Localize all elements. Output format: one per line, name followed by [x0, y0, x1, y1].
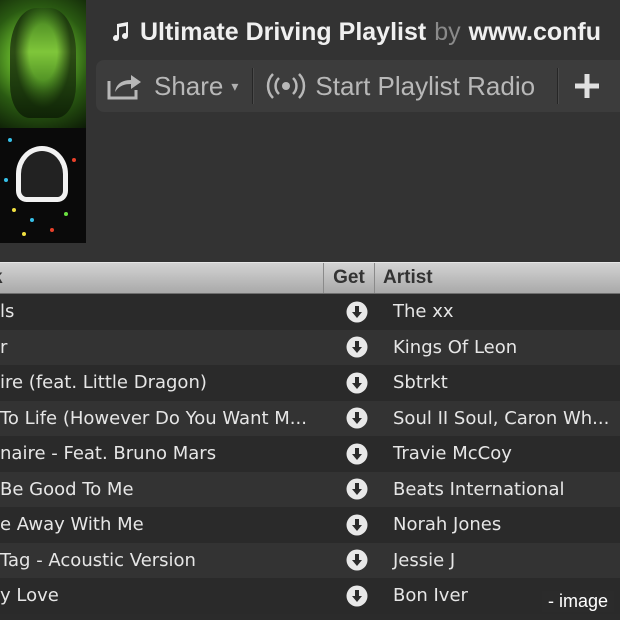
get-cell	[331, 371, 383, 395]
radio-label: Start Playlist Radio	[315, 70, 536, 101]
share-label: Share	[154, 70, 224, 101]
track-name-cell: ire (feat. Little Dragon)	[0, 372, 207, 394]
start-playlist-radio-button[interactable]: Start Playlist Radio	[253, 60, 557, 112]
add-button[interactable]	[558, 60, 602, 112]
share-button[interactable]: Share ▾	[96, 60, 252, 112]
column-header-track[interactable]: k	[0, 263, 323, 293]
track-name-cell: To Life (However Do You Want M...	[0, 407, 307, 429]
table-header: k Get Artist	[0, 262, 620, 294]
get-cell	[331, 548, 383, 572]
playlist-toolbar: Share ▾ Start Playlist Radio	[96, 60, 620, 112]
plus-icon	[575, 74, 600, 98]
track-name-cell: naire - Feat. Bruno Mars	[0, 443, 217, 465]
get-cell	[331, 406, 383, 430]
artist-cell[interactable]: Sbtrkt	[383, 372, 620, 393]
artist-cell[interactable]: Beats International	[383, 479, 620, 500]
download-icon[interactable]	[345, 513, 369, 537]
image-watermark: - image	[541, 591, 614, 612]
table-row[interactable]: ire (feat. Little Dragon) Sbtrkt	[0, 365, 620, 401]
track-rows: ls The xx r Kings Of Leon ire (feat. Little …	[0, 294, 620, 614]
artist-cell[interactable]: Travie McCoy	[383, 443, 620, 464]
get-cell	[331, 477, 383, 501]
playlist-cover-art[interactable]	[0, 0, 86, 243]
download-icon[interactable]	[345, 548, 369, 572]
playlist-title: Ultimate Driving Playlist	[140, 17, 427, 46]
download-icon[interactable]	[345, 371, 369, 395]
playlist-header: Ultimate Driving Playlist by www.confu S…	[0, 0, 620, 262]
table-row[interactable]: y Love Bon Iver	[0, 578, 620, 614]
track-name-cell: Tag - Acoustic Version	[0, 549, 196, 571]
radio-broadcast-icon	[267, 73, 306, 99]
artist-cell[interactable]: Kings Of Leon	[383, 337, 620, 358]
music-note-icon	[113, 22, 129, 42]
download-icon[interactable]	[345, 442, 369, 466]
track-name-cell: y Love	[0, 585, 59, 607]
download-icon[interactable]	[345, 584, 369, 608]
download-icon[interactable]	[345, 300, 369, 324]
download-icon[interactable]	[345, 477, 369, 501]
playlist-title-row: Ultimate Driving Playlist by www.confu	[108, 16, 601, 48]
download-icon[interactable]	[345, 335, 369, 359]
track-name-cell: r	[0, 336, 8, 358]
table-row[interactable]: To Life (However Do You Want M... Soul II…	[0, 400, 620, 436]
artist-cell[interactable]: Norah Jones	[383, 514, 620, 535]
artist-cell[interactable]: Soul II Soul, Caron Wh...	[383, 408, 620, 429]
get-cell	[331, 300, 383, 324]
column-header-artist[interactable]: Artist	[375, 263, 620, 293]
artist-cell[interactable]: Jessie J	[383, 550, 620, 571]
table-row[interactable]: ls The xx	[0, 294, 620, 330]
table-row[interactable]: Be Good To Me Beats International	[0, 471, 620, 507]
by-label: by	[434, 17, 461, 46]
track-table: k Get Artist ls The xx r Kings Of Leon ire (…	[0, 262, 620, 620]
cover-bottom-image	[0, 128, 86, 243]
table-row[interactable]: e Away With Me Norah Jones	[0, 507, 620, 543]
playlist-owner-link[interactable]: www.confu	[469, 18, 601, 47]
column-header-get[interactable]: Get	[323, 263, 375, 293]
get-cell	[331, 584, 383, 608]
table-row[interactable]: r Kings Of Leon	[0, 329, 620, 365]
artist-cell[interactable]: The xx	[383, 301, 620, 322]
track-name-cell: ls	[0, 301, 15, 323]
share-icon	[107, 75, 141, 100]
cover-top-image	[0, 0, 86, 128]
get-cell	[331, 513, 383, 537]
get-cell	[331, 442, 383, 466]
download-icon[interactable]	[345, 406, 369, 430]
get-cell	[331, 335, 383, 359]
track-name-cell: Be Good To Me	[0, 478, 134, 500]
table-row[interactable]: naire - Feat. Bruno Mars Travie McCoy	[0, 436, 620, 472]
table-row[interactable]: Tag - Acoustic Version Jessie J	[0, 542, 620, 578]
chevron-down-icon: ▾	[231, 77, 239, 94]
track-name-cell: e Away With Me	[0, 514, 144, 536]
